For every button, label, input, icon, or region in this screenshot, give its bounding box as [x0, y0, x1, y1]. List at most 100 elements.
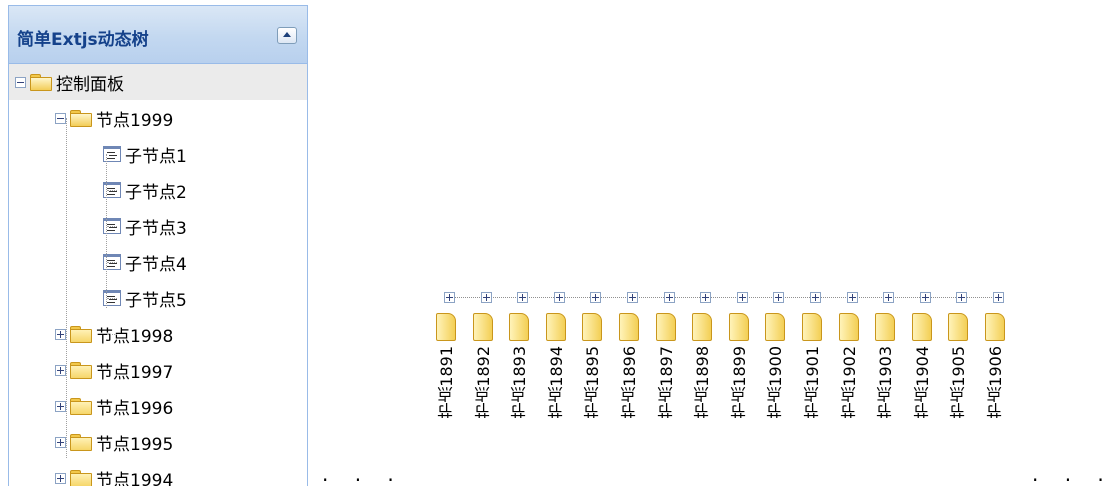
horizontal-node-label: 节点1906	[986, 346, 1005, 419]
expand-toggle-icon[interactable]	[517, 292, 528, 303]
expand-toggle-icon[interactable]	[664, 292, 675, 303]
tree-leaf-2[interactable]: 子节点2	[9, 172, 307, 208]
tree-node-label: 节点1995	[96, 434, 174, 455]
horizontal-node-label: 节点1905	[949, 346, 968, 419]
tree-connector	[107, 190, 117, 191]
folder-icon	[948, 313, 968, 341]
tree-node-1996[interactable]: 节点1996	[9, 388, 307, 424]
tree-node-root[interactable]: 控制面板	[9, 64, 307, 100]
tree-leaf-1[interactable]: 子节点1	[9, 136, 307, 172]
tree-node-label: 子节点5	[125, 290, 187, 311]
collapse-toggle-icon[interactable]	[15, 76, 26, 88]
expand-toggle-icon[interactable]	[883, 292, 894, 303]
expand-toggle-icon[interactable]	[55, 400, 66, 412]
collapse-toggle-icon[interactable]	[55, 112, 66, 124]
tree-connector	[107, 262, 117, 263]
tree-leaf-3[interactable]: 子节点3	[9, 208, 307, 244]
folder-icon	[509, 313, 529, 341]
panel-header: 简单Extjs动态树	[9, 6, 307, 64]
folder-icon	[656, 313, 676, 341]
horizontal-node-label: 节点1895	[583, 346, 602, 419]
horizontal-node-label: 节点1902	[840, 346, 859, 419]
expand-toggle-icon[interactable]	[444, 292, 455, 303]
horizontal-node-label: 节点1893	[510, 346, 529, 419]
tree-node-label: 子节点3	[125, 218, 187, 239]
tree-node-label: 控制面板	[56, 74, 124, 95]
expand-toggle-icon[interactable]	[920, 292, 931, 303]
folder-icon	[70, 362, 92, 379]
tree-node-1995[interactable]: 节点1995	[9, 424, 307, 460]
expand-toggle-icon[interactable]	[993, 292, 1004, 303]
folder-icon	[70, 326, 92, 343]
expand-toggle-icon[interactable]	[847, 292, 858, 303]
expand-toggle-icon[interactable]	[956, 292, 967, 303]
tree-node-1998[interactable]: 节点1998	[9, 316, 307, 352]
folder-icon	[619, 313, 639, 341]
expand-toggle-icon[interactable]	[55, 364, 66, 376]
tree-leaf-5[interactable]: 子节点5	[9, 280, 307, 316]
horizontal-node-label: 节点1899	[730, 346, 749, 419]
tree-connector	[107, 298, 117, 299]
folder-icon	[473, 313, 493, 341]
tree-node-1994[interactable]: 节点1994	[9, 460, 307, 486]
ellipsis-left: . . .	[322, 462, 404, 486]
tree-node-label: 子节点1	[125, 146, 187, 167]
folder-icon	[912, 313, 932, 341]
tree-connector	[106, 154, 107, 308]
expand-toggle-icon[interactable]	[737, 292, 748, 303]
expand-toggle-icon[interactable]	[773, 292, 784, 303]
folder-icon	[875, 313, 895, 341]
horizontal-node-label: 节点1897	[657, 346, 676, 419]
folder-icon	[839, 313, 859, 341]
folder-icon	[729, 313, 749, 341]
folder-icon	[70, 398, 92, 415]
folder-icon	[765, 313, 785, 341]
tree-leaf-4[interactable]: 子节点4	[9, 244, 307, 280]
folder-icon	[985, 313, 1005, 341]
tree-connector	[107, 334, 117, 335]
horizontal-node-label: 节点1892	[474, 346, 493, 419]
expand-toggle-icon[interactable]	[481, 292, 492, 303]
tree-panel: 简单Extjs动态树 控制面板 节点1999 子节点1 子节点2 子节点3 子节…	[8, 5, 308, 486]
tree-node-1997[interactable]: 节点1997	[9, 352, 307, 388]
tree-node-label: 子节点4	[125, 254, 187, 275]
folder-icon	[802, 313, 822, 341]
folder-icon	[546, 313, 566, 341]
horizontal-node-label: 节点1891	[437, 346, 456, 419]
expand-toggle-icon[interactable]	[554, 292, 565, 303]
tree: 控制面板 节点1999 子节点1 子节点2 子节点3 子节点4 子节点5 节点1…	[9, 64, 307, 486]
folder-icon	[70, 434, 92, 451]
tree-node-1999[interactable]: 节点1999	[9, 100, 307, 136]
tree-connector	[107, 226, 117, 227]
folder-icon	[70, 470, 92, 486]
horizontal-node-label: 节点1901	[803, 346, 822, 419]
expand-toggle-icon[interactable]	[55, 436, 66, 448]
horizontal-node-label: 节点1904	[913, 346, 932, 419]
expand-toggle-icon[interactable]	[55, 328, 66, 340]
horizontal-node-label: 节点1900	[766, 346, 785, 419]
horizontal-node-label: 节点1894	[547, 346, 566, 419]
tree-connector	[66, 118, 67, 458]
tree-node-label: 节点1996	[96, 398, 174, 419]
panel-title: 简单Extjs动态树	[17, 30, 149, 50]
tree-node-label: 子节点2	[125, 182, 187, 203]
tree-node-label: 节点1999	[96, 110, 174, 131]
folder-open-icon	[70, 110, 92, 127]
collapse-button[interactable]	[277, 27, 297, 44]
horizontal-node-label: 节点1898	[693, 346, 712, 419]
folder-icon	[692, 313, 712, 341]
horizontal-node-label: 节点1903	[876, 346, 895, 419]
tree-node-label: 节点1994	[96, 470, 174, 486]
horizontal-node-label: 节点1896	[620, 346, 639, 419]
expand-toggle-icon[interactable]	[810, 292, 821, 303]
expand-toggle-icon[interactable]	[627, 292, 638, 303]
expand-toggle-icon[interactable]	[700, 292, 711, 303]
strip-connector	[445, 297, 1000, 298]
ellipsis-right: . . .	[1032, 462, 1102, 486]
folder-open-icon	[30, 74, 52, 91]
tree-node-label: 节点1997	[96, 362, 174, 383]
expand-toggle-icon[interactable]	[590, 292, 601, 303]
expand-toggle-icon[interactable]	[55, 472, 66, 484]
folder-icon	[582, 313, 602, 341]
folder-icon	[436, 313, 456, 341]
